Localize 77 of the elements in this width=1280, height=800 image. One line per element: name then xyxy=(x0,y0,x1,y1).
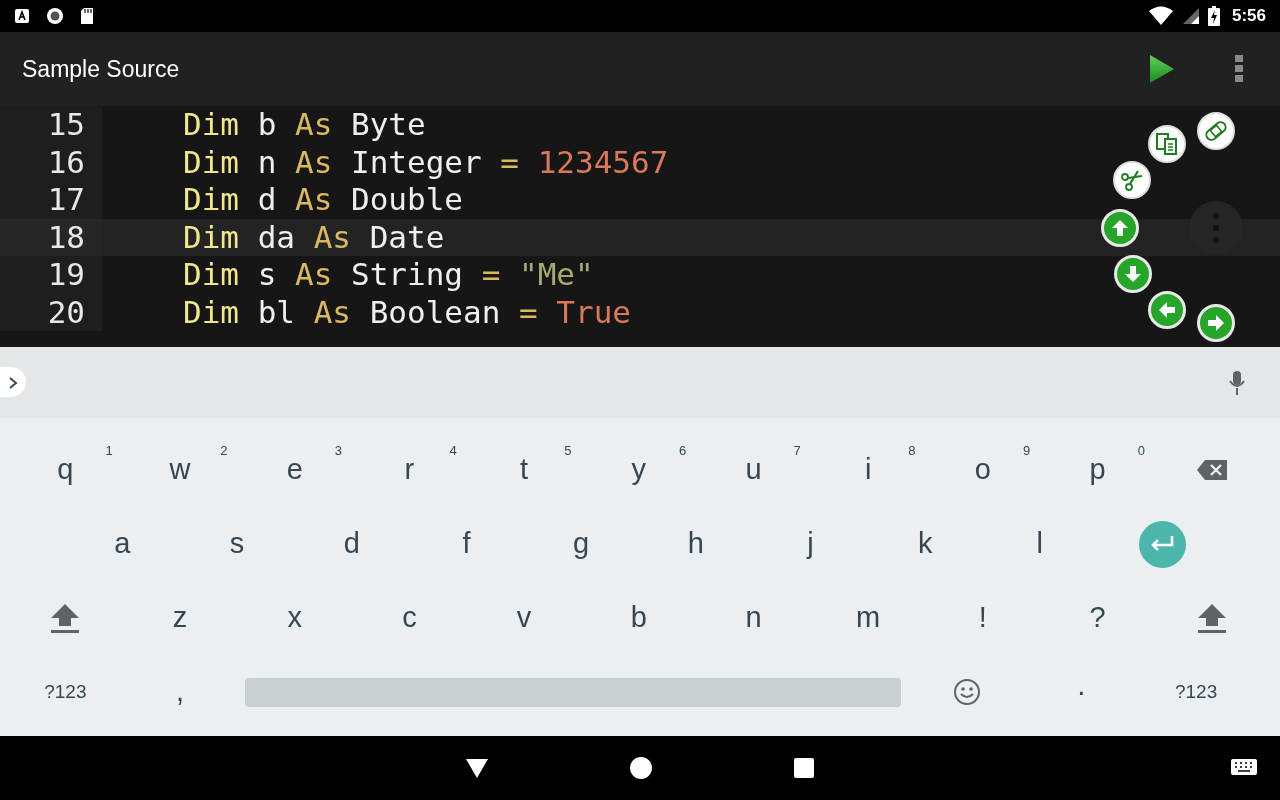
line-number: 17 xyxy=(0,181,102,219)
scissors-icon[interactable] xyxy=(1113,161,1151,199)
key-button[interactable]: ! xyxy=(925,581,1041,655)
line-number: 15 xyxy=(0,106,102,144)
symbols-key[interactable]: ?123 xyxy=(1138,655,1254,729)
code-text: Dim b As Byte xyxy=(182,106,426,144)
key-button[interactable]: · xyxy=(1024,655,1139,729)
key-button[interactable]: t 5 xyxy=(466,433,582,507)
copy-icon[interactable] xyxy=(1148,125,1186,163)
key-button[interactable]: b xyxy=(581,581,697,655)
key-button[interactable]: i 8 xyxy=(810,433,926,507)
key-button[interactable]: h xyxy=(638,507,754,581)
app-title: Sample Source xyxy=(22,54,180,84)
recents-icon[interactable] xyxy=(793,757,815,779)
key-hint: 5 xyxy=(564,442,572,460)
key-button[interactable]: r 4 xyxy=(352,433,467,507)
keyboard-icon[interactable] xyxy=(1230,758,1258,778)
key-button[interactable]: g xyxy=(523,507,639,581)
microphone-icon[interactable] xyxy=(1228,370,1246,396)
key-hint: 9 xyxy=(1022,442,1031,460)
enter-icon xyxy=(1149,535,1176,553)
chevron-right-icon xyxy=(7,375,19,390)
key-button[interactable]: z xyxy=(122,581,238,655)
key-button[interactable]: s xyxy=(179,507,295,581)
key-button[interactable]: e 3 xyxy=(237,433,353,507)
key-button[interactable]: x xyxy=(237,581,353,655)
line-number: 20 xyxy=(0,293,102,331)
more-icon[interactable] xyxy=(1235,55,1243,83)
key-button[interactable]: c xyxy=(352,581,467,655)
key-button[interactable]: f xyxy=(409,507,524,581)
clock-time: 5:56 xyxy=(1231,5,1266,28)
key-button[interactable]: w 2 xyxy=(122,433,238,507)
smiley-icon xyxy=(952,678,981,706)
key-button[interactable]: n xyxy=(696,581,811,655)
record-icon xyxy=(46,7,64,25)
key-button[interactable]: u 7 xyxy=(696,433,811,507)
wifi-icon xyxy=(1147,6,1174,26)
key-button[interactable]: , xyxy=(122,655,238,729)
key-hint: 7 xyxy=(793,442,801,460)
key-hint: 2 xyxy=(220,442,228,460)
backspace-icon xyxy=(1196,459,1229,481)
home-icon[interactable] xyxy=(629,756,653,780)
line-number: 19 xyxy=(0,256,102,294)
key-button[interactable]: k xyxy=(867,507,983,581)
code-text: Dim d As Double xyxy=(182,181,463,219)
key-hint: 3 xyxy=(334,442,343,460)
key-hint: 6 xyxy=(678,442,687,460)
key-hint: 1 xyxy=(105,442,113,460)
code-text: Dim s As String = "Me" xyxy=(182,256,594,294)
key-button[interactable]: o 9 xyxy=(925,433,1041,507)
key-button[interactable]: y 6 xyxy=(581,433,697,507)
line-number: 16 xyxy=(0,143,102,181)
key-hint: 0 xyxy=(1137,442,1145,460)
signal-icon xyxy=(1181,7,1200,25)
code-text: Dim da As Date xyxy=(182,218,445,256)
sd-card-icon xyxy=(80,7,94,25)
code-text: Dim bl As Boolean = True xyxy=(182,293,631,331)
key-button[interactable]: m xyxy=(810,581,926,655)
back-icon[interactable] xyxy=(465,757,489,779)
key-hint: 4 xyxy=(449,442,457,460)
shift-icon xyxy=(50,602,81,634)
key-button[interactable]: ? xyxy=(1040,581,1155,655)
key-button[interactable]: d xyxy=(294,507,410,581)
bandage-icon[interactable] xyxy=(1197,112,1235,150)
key-button[interactable]: a xyxy=(65,507,180,581)
font-icon xyxy=(14,8,30,24)
battery-charging-icon xyxy=(1207,6,1220,26)
key-button[interactable]: v xyxy=(466,581,582,655)
symbols-key[interactable]: ?123 xyxy=(8,655,123,729)
key-hint: 8 xyxy=(908,442,916,460)
key-button[interactable]: p 0 xyxy=(1040,433,1155,507)
code-text: Dim n As Integer = 1234567 xyxy=(182,143,669,181)
play-icon[interactable] xyxy=(1149,54,1175,84)
shift-icon xyxy=(1197,602,1228,634)
key-button[interactable]: j xyxy=(753,507,868,581)
key-button[interactable]: l xyxy=(982,507,1098,581)
key-button[interactable]: q 1 xyxy=(8,433,123,507)
